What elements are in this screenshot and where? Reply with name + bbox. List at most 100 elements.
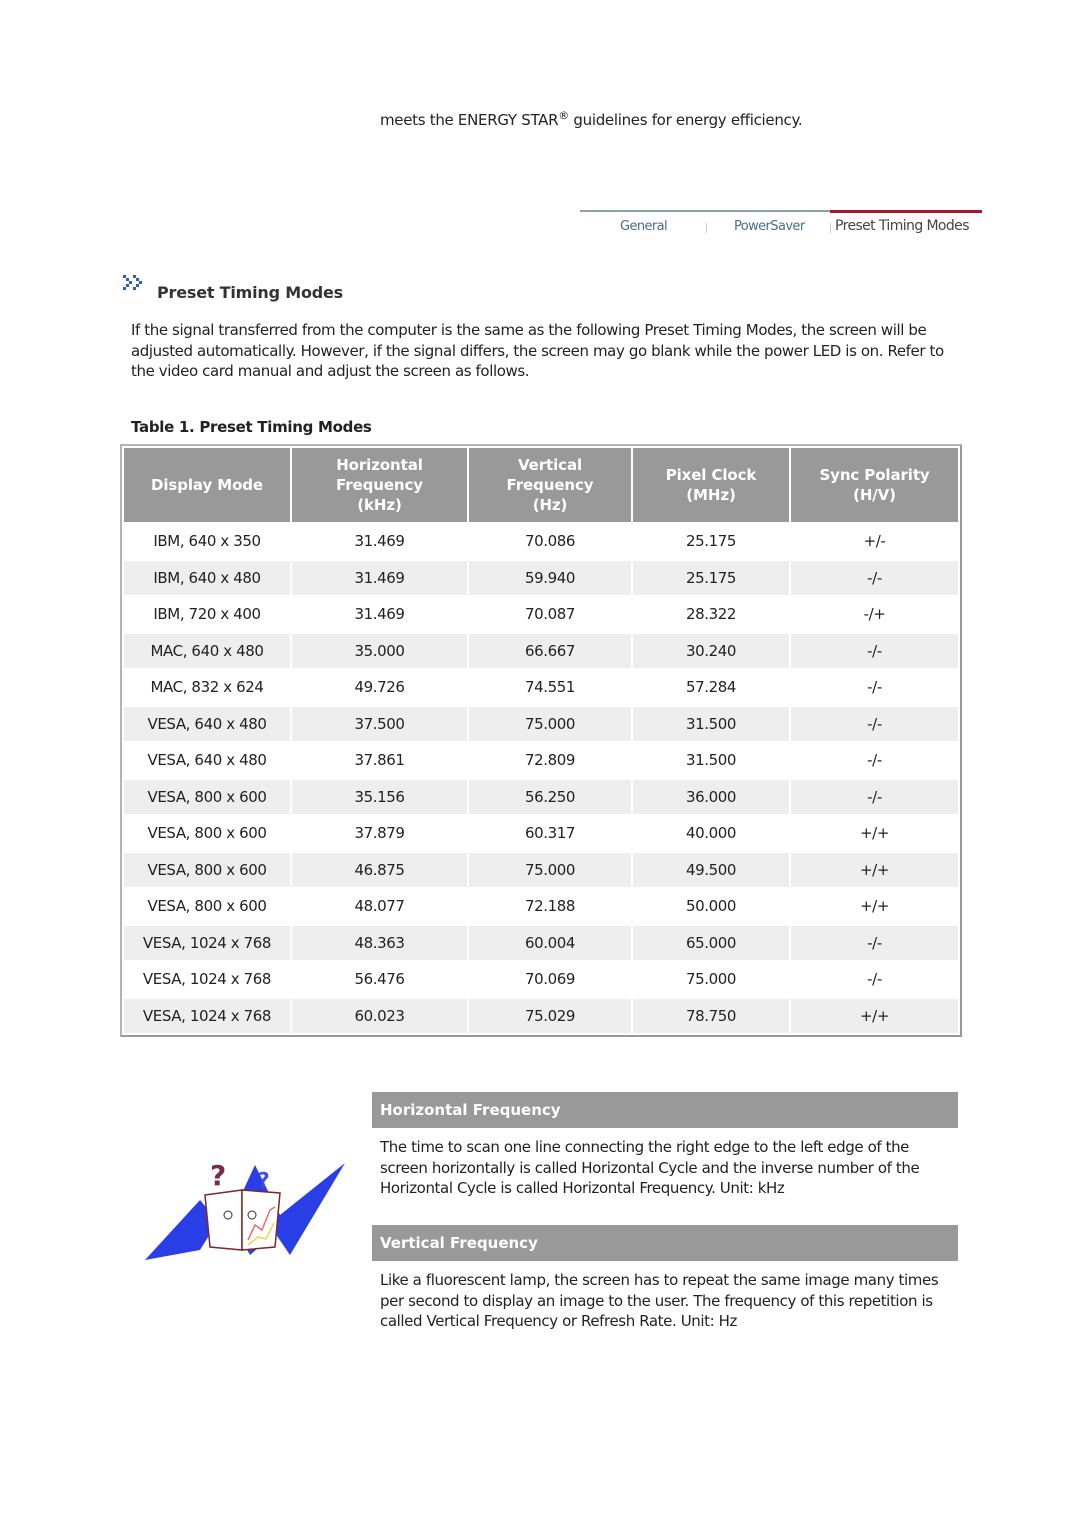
cell-sync-polarity: +/-	[863, 532, 886, 551]
table-row: VESA, 800 x 600 48.077 72.188 50.000 +/+	[124, 889, 958, 924]
cell-sync-polarity: -/-	[867, 970, 882, 989]
header-text: (kHz)	[357, 496, 402, 514]
cell-display-mode: VESA, 800 x 600	[124, 779, 290, 814]
cell-vertical-frequency: 70.086	[524, 532, 576, 551]
table-row: VESA, 1024 x 768 56.476 70.069 75.000 -/-	[124, 962, 958, 997]
cell-display-mode: MAC, 832 x 624	[150, 678, 264, 697]
table-row: VESA, 640 x 480 37.861 72.809 31.500 -/-	[124, 743, 958, 778]
cell-horizontal-frequency: 49.726	[354, 678, 405, 697]
cell-horizontal-frequency: 48.077	[354, 897, 405, 916]
cell-vertical-frequency: 66.667	[469, 633, 631, 668]
cell-vertical-frequency: 75.000	[469, 852, 631, 887]
header-text: Frequency	[336, 476, 423, 494]
cell-horizontal-frequency: 46.875	[292, 852, 467, 887]
vertical-frequency-text: Like a fluorescent lamp, the screen has …	[380, 1271, 939, 1330]
cell-vertical-frequency: 75.029	[469, 998, 631, 1033]
confused-book-mascot-icon: ? ?	[140, 1155, 350, 1269]
cell-display-mode: VESA, 800 x 600	[124, 852, 290, 887]
cell-horizontal-frequency: 31.469	[354, 532, 405, 551]
cell-sync-polarity: +/+	[860, 897, 889, 916]
header-text: Pixel Clock	[665, 466, 757, 484]
header-text: (MHz)	[686, 486, 736, 504]
page-title: Preset Timing Modes	[157, 283, 343, 302]
header-horizontal-frequency: Horizontal Frequency (kHz)	[292, 448, 467, 522]
cell-vertical-frequency: 72.809	[524, 751, 576, 770]
header-text: (H/V)	[853, 486, 896, 504]
registered-mark: ®	[558, 109, 569, 122]
double-chevron-right-icon	[122, 273, 146, 295]
cell-vertical-frequency: 74.551	[524, 678, 576, 697]
cell-pixel-clock: 78.750	[633, 998, 789, 1033]
cell-pixel-clock: 31.500	[685, 751, 737, 770]
cell-sync-polarity: +/+	[791, 852, 958, 887]
vertical-frequency-heading: Vertical Frequency	[372, 1225, 958, 1261]
cell-display-mode: IBM, 640 x 350	[153, 532, 261, 551]
cell-display-mode: VESA, 1024 x 768	[124, 925, 290, 960]
cell-display-mode: VESA, 640 x 480	[147, 751, 267, 770]
cell-horizontal-frequency: 37.861	[354, 751, 405, 770]
header-text: Sync Polarity	[819, 466, 930, 484]
cell-pixel-clock: 65.000	[633, 925, 789, 960]
table-row: IBM, 640 x 350 31.469 70.086 25.175 +/-	[124, 524, 958, 559]
cell-sync-polarity: -/-	[791, 779, 958, 814]
energy-text: meets the ENERGY STAR	[380, 111, 559, 129]
cell-sync-polarity: -/-	[867, 678, 882, 697]
cell-horizontal-frequency: 31.469	[292, 560, 467, 595]
cell-horizontal-frequency: 37.879	[354, 824, 405, 843]
cell-sync-polarity: -/-	[791, 925, 958, 960]
header-display-mode: Display Mode	[124, 448, 290, 522]
table-row: MAC, 832 x 624 49.726 74.551 57.284 -/-	[124, 670, 958, 705]
tab-separator	[830, 223, 831, 233]
cell-vertical-frequency: 70.069	[524, 970, 576, 989]
table-row: IBM, 720 x 400 31.469 70.087 28.322 -/+	[124, 597, 958, 632]
cell-pixel-clock: 49.500	[633, 852, 789, 887]
cell-display-mode: IBM, 720 x 400	[153, 605, 261, 624]
nav-divider	[580, 210, 830, 212]
table-row: VESA, 800 x 600 37.879 60.317 40.000 +/+	[124, 816, 958, 851]
tab-powersaver[interactable]: PowerSaver	[734, 219, 805, 234]
horizontal-frequency-text: The time to scan one line connecting the…	[380, 1138, 920, 1197]
tab-separator	[706, 223, 707, 233]
cell-pixel-clock: 57.284	[685, 678, 737, 697]
table-row: VESA, 1024 x 768 48.363 60.004 65.000 -/-	[124, 925, 958, 960]
cell-horizontal-frequency: 56.476	[354, 970, 405, 989]
cell-vertical-frequency: 56.250	[469, 779, 631, 814]
cell-pixel-clock: 30.240	[633, 633, 789, 668]
tab-preset-timing-modes[interactable]: Preset Timing Modes	[835, 218, 970, 234]
cell-pixel-clock: 50.000	[685, 897, 737, 916]
cell-vertical-frequency: 72.188	[524, 897, 576, 916]
cell-vertical-frequency: 70.087	[524, 605, 576, 624]
cell-display-mode: MAC, 640 x 480	[124, 633, 290, 668]
header-text: Display Mode	[150, 476, 263, 494]
cell-horizontal-frequency: 37.500	[292, 706, 467, 741]
nav-active-indicator	[830, 210, 982, 213]
svg-text:?: ?	[210, 1159, 226, 1192]
cell-pixel-clock: 75.000	[685, 970, 737, 989]
header-text: Frequency	[506, 476, 594, 494]
cell-sync-polarity: -/-	[867, 751, 882, 770]
cell-vertical-frequency: 60.317	[524, 824, 576, 843]
cell-sync-polarity: +/+	[791, 998, 958, 1033]
table-row: VESA, 800 x 600 35.156 56.250 36.000 -/-	[124, 779, 958, 814]
table-row: VESA, 640 x 480 37.500 75.000 31.500 -/-	[124, 706, 958, 741]
cell-display-mode: VESA, 800 x 600	[147, 824, 267, 843]
preset-timing-table: Display Mode Horizontal Frequency (kHz) Ve…	[120, 444, 962, 1037]
cell-sync-polarity: +/+	[860, 824, 889, 843]
cell-display-mode: VESA, 1024 x 768	[124, 998, 290, 1033]
cell-horizontal-frequency: 48.363	[292, 925, 467, 960]
energy-text-tail: guidelines for energy efficiency.	[568, 111, 803, 129]
tab-general[interactable]: General	[620, 219, 668, 234]
cell-display-mode: VESA, 1024 x 768	[142, 970, 272, 989]
svg-text:?: ?	[258, 1168, 270, 1192]
cell-sync-polarity: -/-	[791, 633, 958, 668]
cell-horizontal-frequency: 35.156	[292, 779, 467, 814]
header-pixel-clock: Pixel Clock (MHz)	[633, 448, 789, 522]
cell-horizontal-frequency: 35.000	[292, 633, 467, 668]
table-row: MAC, 640 x 480 35.000 66.667 30.240 -/-	[124, 633, 958, 668]
section-nav: General PowerSaver Preset Timing Modes	[580, 210, 982, 240]
cell-pixel-clock: 31.500	[633, 706, 789, 741]
cell-sync-polarity: -/-	[791, 706, 958, 741]
cell-display-mode: IBM, 640 x 480	[124, 560, 290, 595]
horizontal-frequency-heading: Horizontal Frequency	[372, 1092, 958, 1128]
cell-pixel-clock: 25.175	[633, 560, 789, 595]
